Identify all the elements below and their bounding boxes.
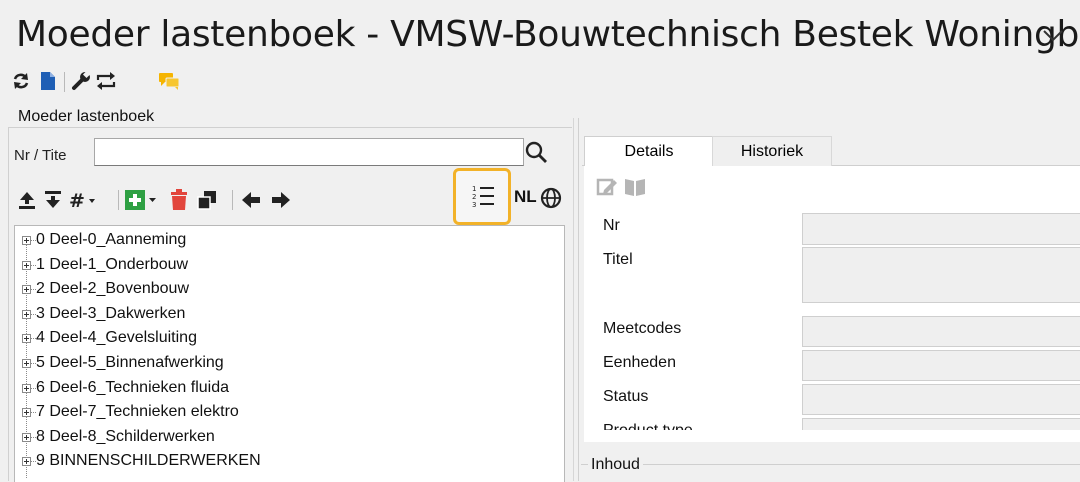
tree-item-label: 1 Deel-1_Onderbouw [36,255,189,273]
svg-text:3: 3 [472,201,476,209]
tree-item[interactable]: 0 Deel-0_Aanneming [15,229,555,253]
book-icon[interactable] [624,176,646,198]
toolbar-separator [232,190,233,210]
producttype-field[interactable] [802,418,1080,430]
status-field[interactable] [802,384,1080,415]
svg-text:#: # [69,190,85,210]
main-toolbar [0,64,1080,98]
expand-icon[interactable] [22,408,31,418]
move-down-icon[interactable] [42,188,64,212]
expand-icon[interactable] [22,457,31,467]
copy-icon[interactable] [196,188,218,212]
tree-item-label: 7 Deel-7_Technieken elektro [36,403,239,421]
document-icon[interactable] [37,70,59,92]
expand-icon[interactable] [22,383,31,393]
wrench-icon[interactable] [70,70,92,92]
arrow-right-icon[interactable] [270,188,292,212]
tree-item-label: 3 Deel-3_Dakwerken [36,304,186,322]
toolbar-separator [64,72,65,92]
chat-icon[interactable] [158,70,180,92]
status-label: Status [603,388,649,405]
expand-icon[interactable] [22,309,31,319]
tree-item-label: 5 Deel-5_Binnenafwerking [36,354,224,371]
panel-splitter[interactable] [573,118,574,481]
numbered-list-button[interactable]: 1 2 3 [453,168,511,225]
chevron-down-icon[interactable] [1040,22,1066,48]
tree-item-label: 0 Deel-0_Aanneming [36,231,187,248]
tab-historiek[interactable]: Historiek [712,136,832,166]
toolbar-separator [118,190,119,210]
tree-item-label: 4 Deel-4_Gevelsluiting [36,329,197,347]
tree-item[interactable]: 6 Deel-6_Technieken fluida [15,377,555,401]
title-bar: Moeder lastenboek - VMSW-Bouwtechnisch B… [0,0,1080,64]
window-title: Moeder lastenboek - VMSW-Bouwtechnisch B… [16,14,1080,55]
tree-item[interactable]: 1 Deel-1_Onderbouw [15,254,555,278]
meetcodes-field[interactable] [802,316,1080,347]
move-up-icon[interactable] [16,188,38,212]
tree-item[interactable]: 7 Deel-7_Technieken elektro [15,401,555,425]
eenheden-field[interactable] [802,350,1080,381]
expand-icon[interactable] [22,359,31,368]
tree-item[interactable]: 2 Deel-2_Bovenbouw [15,278,555,302]
svg-text:2: 2 [472,193,476,201]
search-label: Nr / Tite [14,147,67,164]
expand-icon[interactable] [22,236,31,245]
details-toolbar [596,176,646,198]
language-label[interactable]: NL [514,187,537,207]
group-label: Moeder lastenboek [16,108,157,126]
globe-icon[interactable] [540,187,562,209]
tab-details[interactable]: Details [584,136,714,166]
refresh-icon[interactable] [10,70,32,92]
svg-text:1: 1 [472,185,476,193]
tree-item[interactable]: 9 BINNENSCHILDERWERKEN [15,450,555,474]
tree-item-label: 8 Deel-8_Schilderwerken [36,427,215,445]
nr-field[interactable] [802,213,1080,245]
search-icon[interactable] [524,140,548,164]
expand-icon[interactable] [22,432,31,442]
right-group-border [578,118,579,481]
tree-item-label: 6 Deel-6_Technieken fluida [36,378,230,396]
inhoud-group-border [581,464,1080,465]
nr-label: Nr [603,217,620,234]
swap-icon[interactable] [95,70,117,92]
titel-label: Titel [603,251,633,268]
tree-item[interactable]: 4 Deel-4_Gevelsluiting [15,327,555,351]
expand-icon[interactable] [22,334,31,344]
tree-view[interactable]: 0 Deel-0_Aanneming 1 Deel-1_Onderbouw 2 … [14,225,565,482]
expand-icon[interactable] [22,285,31,295]
tree-item[interactable]: 5 Deel-5_Binnenafwerking [15,352,555,376]
tree-item-label: 9 BINNENSCHILDERWERKEN [36,452,261,470]
clipped-row: Product type [584,418,1080,430]
numbering-dropdown-icon[interactable]: # [68,188,98,212]
inhoud-label: Inhoud [588,456,643,474]
arrow-left-icon[interactable] [240,188,262,212]
tree-item[interactable]: 3 Deel-3_Dakwerken [15,303,555,327]
group-border [8,127,572,128]
tree-item-label: 2 Deel-2_Bovenbouw [36,280,189,298]
search-input[interactable] [94,138,524,166]
titel-field[interactable] [802,247,1080,303]
producttype-label: Product type [603,422,693,430]
expand-icon[interactable] [22,260,31,270]
add-dropdown-icon[interactable] [124,188,160,212]
edit-icon[interactable] [596,176,618,198]
eenheden-label: Eenheden [603,354,676,371]
numbered-list-icon: 1 2 3 [472,185,494,209]
delete-icon[interactable] [168,188,190,212]
group-border-left [8,127,9,481]
tree-item[interactable]: 8 Deel-8_Schilderwerken [15,426,555,450]
meetcodes-label: Meetcodes [603,320,682,337]
